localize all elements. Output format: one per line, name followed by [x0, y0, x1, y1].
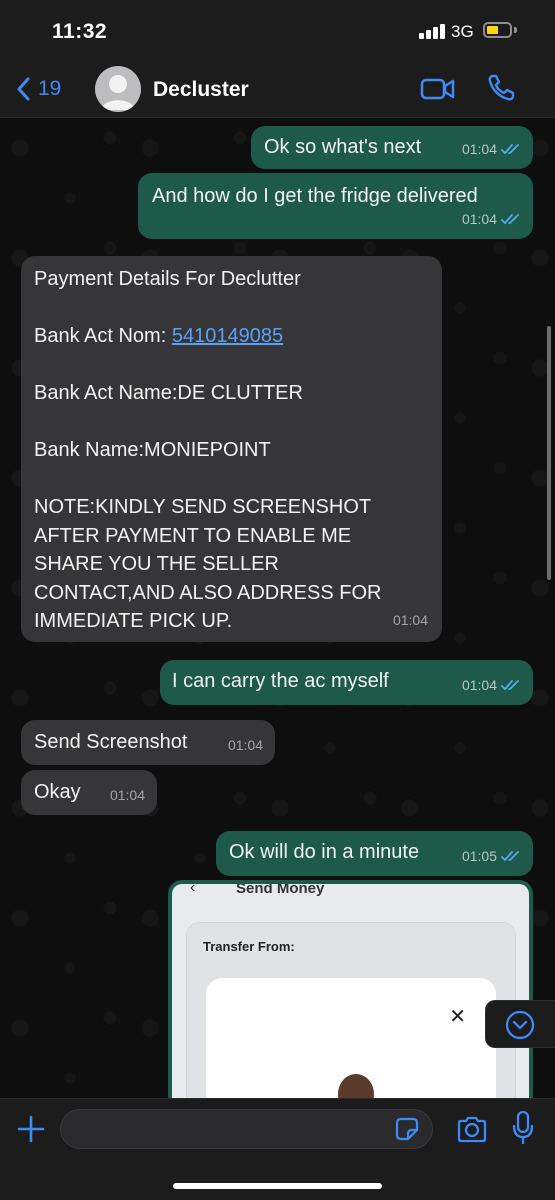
message-meta: 01:04 [393, 606, 428, 634]
status-bar: 11:32 3G [0, 0, 555, 62]
message-bubble-outgoing[interactable]: I can carry the ac myself 01:04 [160, 660, 533, 705]
message-meta: 01:04 [462, 135, 521, 163]
message-text: Ok will do in a minute [229, 841, 420, 863]
message-line: Payment Details For Declutter [34, 268, 301, 290]
message-meta: 01:05 [462, 842, 521, 870]
message-line: SHARE YOU THE SELLER [34, 553, 279, 575]
message-meta: 01:04 [228, 731, 263, 759]
message-line: Bank Name:MONIEPOINT [34, 439, 271, 461]
status-time: 11:32 [52, 20, 108, 43]
message-meta: 01:04 [110, 781, 145, 809]
battery-tip [514, 27, 517, 33]
message-time: 01:04 [461, 677, 497, 693]
account-label: Bank Act Nom: [34, 325, 172, 347]
message-line: NOTE:KINDLY SEND SCREENSHOT [34, 496, 372, 518]
message-text: Ok so what's next [264, 136, 422, 158]
message-text: Send Screenshot [34, 731, 188, 753]
chevron-left-icon [17, 77, 30, 101]
unread-count: 19 [38, 77, 62, 100]
message-bubble-incoming[interactable]: Send Screenshot 01:04 [21, 720, 275, 765]
message-line [34, 294, 442, 323]
message-time: 01:04 [109, 787, 145, 803]
message-meta: 01:04 [462, 205, 521, 233]
message-line [34, 465, 442, 494]
close-icon: ✕ [449, 1006, 466, 1028]
message-meta: 01:04 [462, 671, 521, 699]
microphone-icon[interactable] [512, 1111, 534, 1145]
camera-icon[interactable] [456, 1115, 488, 1143]
message-time: 01:05 [461, 848, 497, 864]
message-text: Okay [34, 781, 81, 803]
message-time: 01:04 [461, 141, 497, 157]
home-indicator[interactable] [173, 1183, 382, 1189]
chat-area[interactable]: Ok so what's next 01:04 And how do I get… [0, 118, 555, 1098]
message-line: Bank Act Nom: 5410149085 [34, 322, 442, 351]
message-input[interactable] [60, 1109, 433, 1149]
message-text: And how do I get the fridge delivered [152, 185, 478, 207]
network-label: 3G [451, 22, 474, 41]
message-line [34, 351, 442, 380]
read-ticks-icon [501, 144, 519, 155]
signal-icon [419, 23, 447, 39]
message-bubble-outgoing[interactable]: And how do I get the fridge delivered 01… [138, 173, 533, 239]
avatar[interactable] [95, 66, 141, 112]
screenshot-back-glyph: ‹ [190, 884, 196, 896]
scroll-to-bottom-button[interactable] [485, 1000, 555, 1048]
read-ticks-icon [501, 851, 519, 862]
phone-icon[interactable] [486, 73, 516, 103]
video-call-icon[interactable] [420, 74, 456, 104]
input-bar [0, 1098, 555, 1200]
message-bubble-outgoing[interactable]: Ok will do in a minute 01:05 [216, 831, 533, 876]
read-ticks-icon [501, 680, 519, 691]
sticker-icon[interactable] [395, 1117, 419, 1141]
back-button[interactable]: 19 [16, 74, 61, 104]
message-text: I can carry the ac myself [172, 670, 389, 692]
message-bubble-incoming[interactable]: Payment Details For Declutter Bank Act N… [21, 256, 442, 642]
battery-icon [483, 22, 512, 38]
message-time: 01:04 [227, 737, 263, 753]
screenshot-modal: ✕ [206, 978, 496, 1098]
screenshot-image[interactable]: ‹ Send Money Transfer From: ✕ [172, 884, 529, 1098]
message-line [34, 408, 442, 437]
transfer-from-label: Transfer From: [203, 939, 295, 954]
message-line: CONTACT,AND ALSO ADDRESS FOR [34, 581, 382, 604]
message-bubble-incoming[interactable]: Okay 01:04 [21, 770, 157, 815]
message-line: Bank Act Name:DE CLUTTER [34, 382, 303, 404]
chat-header: 19 Decluster [0, 62, 555, 118]
plus-icon[interactable] [16, 1114, 46, 1144]
message-line: AFTER PAYMENT TO ENABLE ME [34, 524, 352, 547]
chevron-down-circle-icon [505, 1010, 535, 1040]
scroll-indicator[interactable] [547, 326, 551, 580]
image-message[interactable]: ‹ Send Money Transfer From: ✕ [168, 880, 533, 1098]
contact-name[interactable]: Decluster [153, 78, 249, 102]
read-ticks-icon [501, 214, 519, 225]
screenshot-title: Send Money [236, 884, 325, 897]
account-number-link[interactable]: 5410149085 [172, 325, 283, 347]
message-time: 01:04 [392, 612, 428, 628]
sticker-figure [338, 1074, 374, 1098]
message-line: IMMEDIATE PICK UP. [34, 610, 233, 632]
message-time: 01:04 [461, 211, 497, 227]
message-bubble-outgoing[interactable]: Ok so what's next 01:04 [251, 126, 533, 169]
